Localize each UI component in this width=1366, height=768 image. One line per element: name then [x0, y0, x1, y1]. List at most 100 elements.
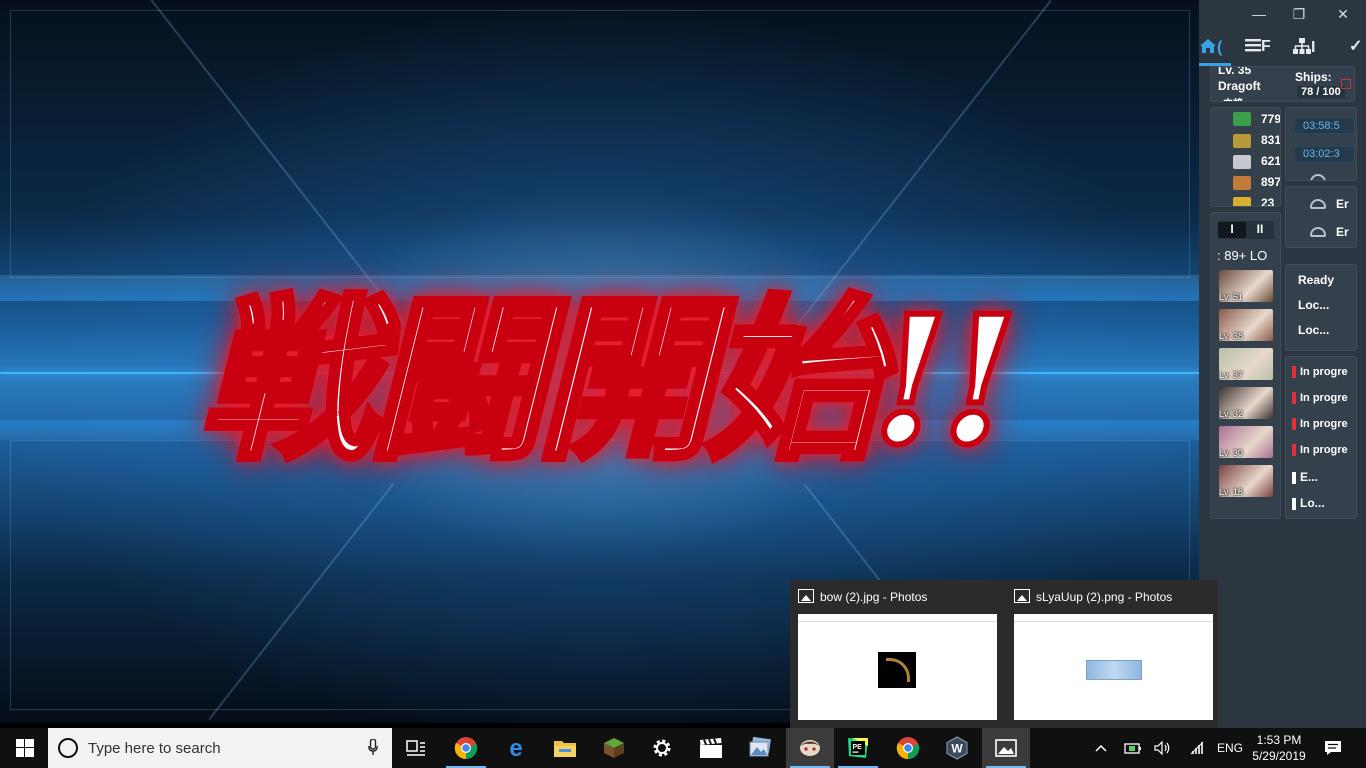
battle-start-banner: 戦闘開始!!: [197, 274, 1022, 487]
windows-logo-icon: [16, 739, 34, 757]
tab-fleet[interactable]: F: [1245, 38, 1277, 66]
bauxite-value: 897: [1261, 175, 1281, 189]
admiral-card: Lv. 35 Dragoft 中将 Ships: 78 / 100: [1210, 66, 1355, 102]
list-icon: [1245, 39, 1261, 52]
tab-extra[interactable]: ✓: [1349, 38, 1366, 66]
admiral-level: Lv. 35: [1218, 66, 1252, 77]
fleet-status-3: Loc...: [1298, 323, 1330, 337]
folder-icon: [554, 741, 576, 757]
thumbnail-title: sLyaUup (2).png - Photos: [1036, 590, 1173, 604]
ship-portrait[interactable]: Lv. 30: [1219, 426, 1273, 458]
ship-portrait[interactable]: Lv. 18: [1219, 465, 1273, 497]
thumbnail-preview: [798, 614, 997, 720]
chrome-icon: [896, 737, 920, 760]
ship-level: Lv. 38: [1219, 331, 1243, 341]
expedition-row: In progre: [1292, 392, 1348, 405]
ship-level: Lv. 30: [1219, 448, 1243, 458]
ship-portrait[interactable]: Lv. 32: [1219, 387, 1273, 419]
expeditions-card: In progre In progre In progre In progre …: [1285, 356, 1357, 519]
photos-icon: [1014, 589, 1030, 603]
dock-status-1: Er: [1336, 197, 1349, 211]
status-bar: [1292, 444, 1296, 457]
clock-time: 1:53 PM: [1256, 733, 1302, 747]
ship-portrait[interactable]: Lv. 38: [1219, 309, 1273, 341]
clapperboard-icon: [700, 738, 722, 758]
minecraft-app[interactable]: [590, 728, 638, 768]
status-bar: [1292, 418, 1296, 431]
bucket-icon: [1233, 197, 1251, 206]
ammo-value: 831: [1261, 133, 1281, 147]
home-icon: [1200, 39, 1216, 53]
thumbnail-window-2[interactable]: sLyaUup (2).png - Photos: [1006, 580, 1220, 728]
action-center-button[interactable]: [1318, 728, 1348, 768]
taskbar-thumbnail-popup: bow (2).jpg - Photos sLyaUup (2).png - P…: [790, 580, 1218, 728]
ship-portrait[interactable]: Lv. 37: [1219, 348, 1273, 380]
ship-level: Lv. 37: [1219, 370, 1243, 380]
wifi-icon: [1190, 741, 1204, 755]
start-button[interactable]: [0, 728, 48, 768]
volume-button[interactable]: [1152, 728, 1174, 768]
helmet-icon: [1310, 199, 1326, 209]
steel-value: 621: [1261, 154, 1281, 168]
chrome-app-2[interactable]: [884, 728, 932, 768]
fleet-card: I II : 89+ LO Lv. 51 Lv. 38 Lv. 37 Lv. 3…: [1210, 212, 1281, 519]
edge-app[interactable]: e: [492, 728, 540, 768]
resources-card: 779 831 621 897 23: [1210, 107, 1281, 207]
show-hidden-icons-button[interactable]: [1090, 728, 1112, 768]
poi-side-panel: — ❐ ✕ ( F I ✓ Lv. 35 Dragoft 中将 Ships: 7…: [1199, 0, 1366, 728]
speaker-icon: [1154, 741, 1170, 755]
photos-icon: [995, 739, 1017, 757]
chevron-up-icon: [1095, 744, 1107, 752]
bow-shape: [886, 658, 910, 682]
fuel-icon: [1233, 112, 1251, 126]
ship-level: Lv. 51: [1219, 292, 1243, 302]
preview-toolbar: [798, 616, 997, 622]
fleet-status-card: Ready Loc... Loc...: [1285, 264, 1357, 351]
network-button[interactable]: [1186, 728, 1208, 768]
movie-maker-app[interactable]: [687, 728, 735, 768]
notification-icon: [1325, 741, 1341, 755]
photo-gallery-app[interactable]: [736, 728, 784, 768]
ships-count: 78 / 100: [1297, 86, 1345, 98]
restore-button[interactable]: ❐: [1279, 4, 1319, 24]
chrome-app[interactable]: [442, 728, 490, 768]
battery-icon: [1124, 743, 1141, 754]
fleet-tab-2[interactable]: II: [1246, 222, 1274, 236]
admiral-rank: 中将: [1223, 95, 1243, 101]
ammo-icon: [1233, 134, 1251, 148]
battery-button[interactable]: [1122, 728, 1144, 768]
expedition-row: Lo...: [1292, 496, 1325, 510]
steel-icon: [1233, 155, 1251, 169]
tab-main[interactable]: (: [1199, 38, 1231, 66]
helmet-icon: [1310, 227, 1326, 237]
cortana-icon: [58, 738, 78, 758]
close-button[interactable]: ✕: [1323, 4, 1363, 24]
tab-plugins[interactable]: I: [1293, 38, 1325, 66]
input-language-button[interactable]: ENG: [1214, 728, 1246, 768]
photos-app[interactable]: [982, 728, 1030, 768]
thumbnail-window-1[interactable]: bow (2).jpg - Photos: [790, 580, 1004, 728]
clock[interactable]: 1:53 PM 5/29/2019: [1247, 732, 1311, 764]
bucket-value: 23: [1261, 196, 1275, 207]
minimize-button[interactable]: —: [1239, 4, 1279, 24]
photos-icon: [798, 589, 814, 603]
pycharm-app[interactable]: PE: [834, 728, 882, 768]
file-explorer-app[interactable]: [541, 728, 589, 768]
calendar-icon: [1341, 79, 1351, 89]
wallpaper-engine-app[interactable]: W: [933, 728, 981, 768]
taskbar: Type here to search e PE W ENG 1:53 PM 5…: [0, 728, 1366, 768]
settings-app[interactable]: [638, 728, 686, 768]
svg-text:W: W: [951, 742, 963, 756]
kancolle-app[interactable]: [786, 728, 834, 768]
ship-portrait[interactable]: Lv. 51: [1219, 270, 1273, 302]
microphone-icon[interactable]: [368, 739, 378, 755]
admiral-name: Dragoft: [1218, 79, 1261, 93]
search-box[interactable]: Type here to search: [48, 728, 392, 768]
thumbnail-preview: [1014, 614, 1213, 720]
svg-text:e: e: [509, 736, 522, 760]
task-view-button[interactable]: [392, 728, 440, 768]
dock-status-2: Er: [1336, 225, 1349, 239]
fleet-tab-group: I II: [1218, 221, 1274, 239]
fleet-tab-1[interactable]: I: [1218, 222, 1246, 238]
chrome-icon: [454, 737, 478, 760]
